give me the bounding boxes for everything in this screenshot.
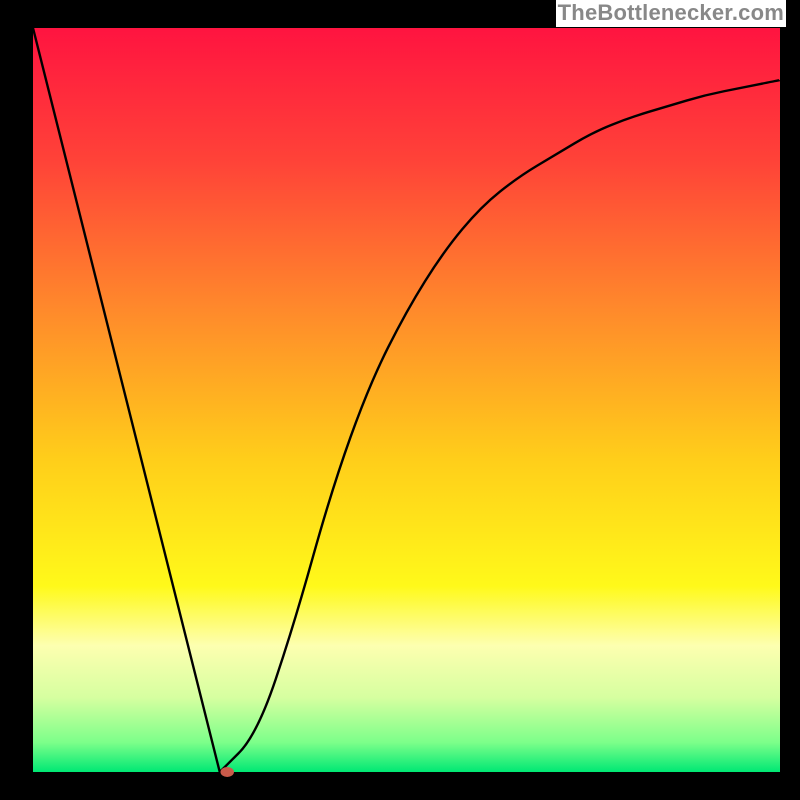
chart-frame: TheBottlenecker.com <box>0 0 800 800</box>
bottleneck-chart <box>0 0 800 800</box>
optimal-marker <box>220 767 234 777</box>
gradient-plot-area <box>33 28 780 772</box>
